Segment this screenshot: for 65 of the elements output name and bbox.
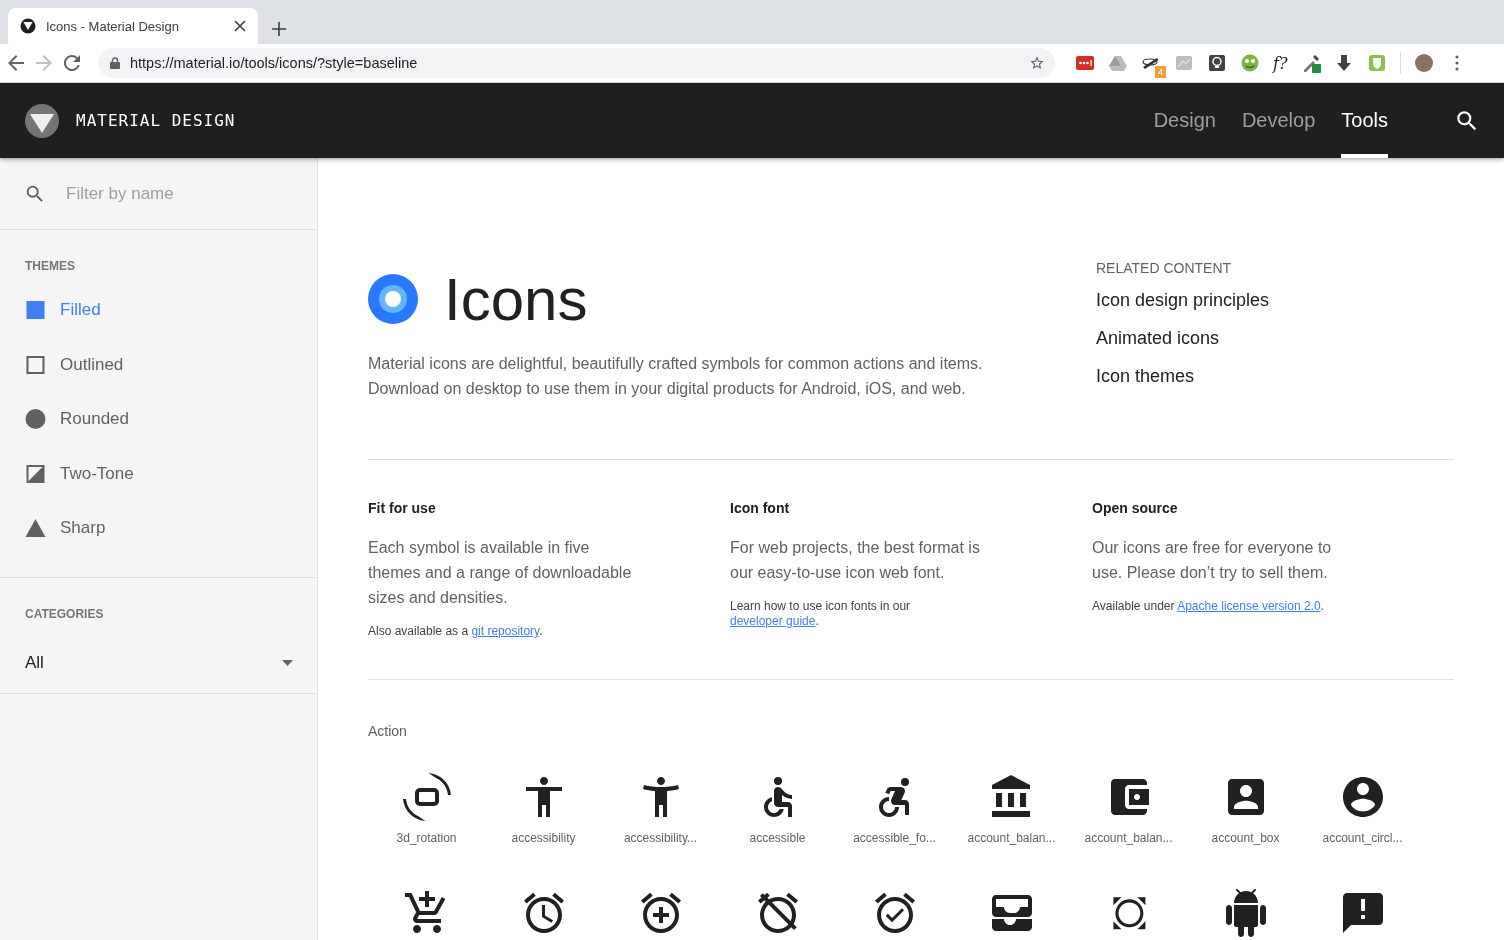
icon-label: accessible (749, 831, 806, 845)
icon-label: account_circl... (1322, 831, 1403, 845)
feature-heading: Fit for use (368, 500, 437, 516)
page-title: Icons (444, 264, 588, 334)
nav-tab[interactable]: Tools (1341, 83, 1388, 158)
icon-label: accessibility... (623, 831, 698, 845)
icon-label: account_box (1211, 831, 1280, 845)
feature-note: Learn how to use icon fonts in our developer guide. (730, 599, 912, 629)
icon-label: account_balan... (1084, 831, 1173, 845)
feature-link[interactable]: Apache license version 2.0 (1177, 599, 1321, 613)
feature-text: For web projects, the best format is our easy-to-use icon web font. (730, 538, 981, 583)
feature-heading: Icon font (730, 500, 791, 516)
theme-option[interactable]: Rounded (25, 392, 129, 447)
filter-field[interactable]: Filter by name (64, 182, 288, 205)
ring-logo-icon (368, 274, 418, 324)
avatar-icon[interactable] (1413, 53, 1434, 73)
feature-text: Our icons are free for everyone to use. Please don’t try to sell them. (1092, 538, 1333, 583)
site-logo-icon (20, 18, 36, 34)
feature-text: Each symbol is available in five themes and a range of downloadable sizes and densities. (368, 538, 633, 608)
browser-tab[interactable]: Icons - Material Design (8, 8, 258, 44)
feature-note: Also available as a git repository. (368, 624, 544, 639)
half-filled-square-icon (25, 463, 46, 484)
feature-heading: Open source (1092, 500, 1179, 516)
brand-name[interactable]: MATERIAL DESIGN (76, 111, 236, 130)
bulb-icon[interactable] (1207, 53, 1227, 73)
back-arrow-icon[interactable] (8, 55, 24, 71)
theme-option[interactable]: Filled (25, 283, 101, 338)
feature-note: Available under Apache license version 2.0. (1092, 599, 1325, 614)
address-bar[interactable]: https://material.io/tools/icons/?style=baseline (98, 48, 1055, 78)
star-icon[interactable] (1029, 55, 1045, 71)
theme-option[interactable]: Sharp (25, 501, 106, 556)
extension-icon[interactable]: f? (1273, 53, 1288, 73)
password-manager-icon[interactable] (1075, 53, 1095, 73)
category-dropdown[interactable]: All (25, 642, 293, 683)
related-heading: RELATED CONTENT (1096, 260, 1233, 276)
category-title: Action (368, 723, 408, 739)
rotation-arrows-icon[interactable] (402, 773, 451, 821)
related-link[interactable]: Icon themes (1096, 366, 1195, 387)
circle-icon (25, 409, 46, 430)
related-link[interactable]: Animated icons (1096, 328, 1220, 349)
nav-tab[interactable]: Design (1153, 83, 1216, 158)
section-heading: CATEGORIES (25, 606, 105, 621)
dropdown-caret-icon (282, 659, 293, 666)
square-outline-icon (25, 354, 46, 375)
icon-label: 3d_rotation (396, 831, 457, 845)
description: Material icons are delightful, beautifully crafted symbols for common actions and items. Download on desktop to use them in your digital products for Android, iOS, and web. (368, 354, 984, 399)
triangle-icon[interactable] (1108, 53, 1128, 73)
related-link[interactable]: Icon design principles (1096, 290, 1270, 311)
logo-icon[interactable] (24, 102, 60, 139)
icon-label: account_balan... (967, 831, 1056, 845)
triangle-icon (25, 518, 46, 539)
tab-title: Icons - Material Design (46, 18, 180, 34)
theme-option[interactable]: Two-Tone (25, 446, 134, 501)
new-tab-icon[interactable] (272, 22, 286, 36)
reload-icon[interactable] (64, 55, 80, 71)
lock-icon (110, 57, 120, 69)
close-icon[interactable] (234, 20, 246, 32)
square-icon (25, 300, 46, 321)
section-heading: THEMES (25, 259, 76, 273)
extension-badge: 4 (1155, 66, 1166, 78)
icon-label: accessible_fo... (853, 831, 936, 845)
theme-option[interactable]: Outlined (25, 337, 124, 392)
nav-tab[interactable]: Develop (1241, 83, 1316, 158)
icon-label: accessibility (511, 831, 576, 845)
smiley-icon[interactable] (1240, 53, 1260, 73)
